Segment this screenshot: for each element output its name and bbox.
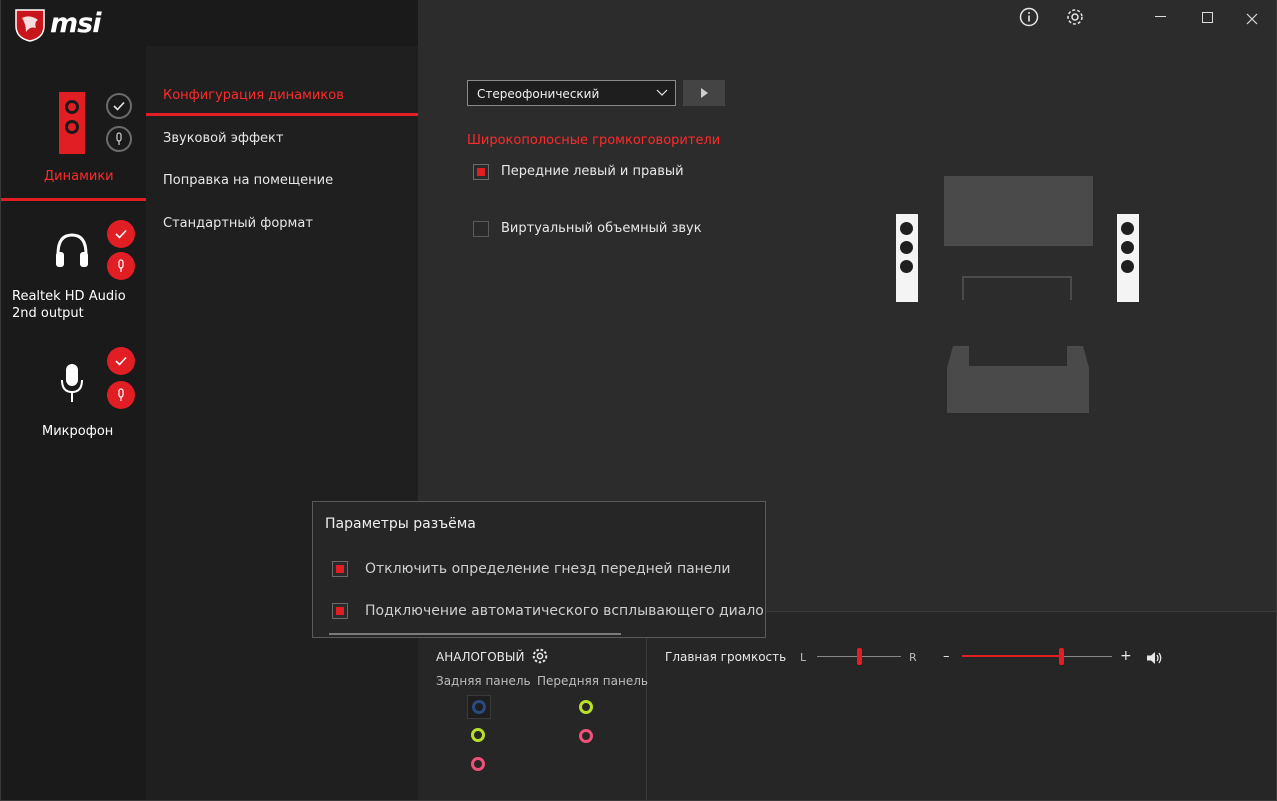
disable-front-jack-detection-checkbox[interactable] — [332, 561, 348, 577]
realtek-comm-button[interactable] — [107, 252, 135, 280]
jack-settings-popup: Параметры разъёма Отключить определение … — [312, 501, 766, 638]
analog-title: АНАЛОГОВЫЙ — [436, 650, 525, 664]
volume-minus-button[interactable]: – — [943, 649, 950, 664]
balance-slider[interactable] — [817, 648, 901, 666]
check-icon — [115, 229, 127, 239]
speaker-mode-select[interactable]: Стереофонический — [467, 80, 676, 106]
menu-item-sound-effect[interactable]: Звуковой эффект — [163, 131, 283, 146]
tv-screen-graphic — [944, 176, 1093, 246]
microphone-small-icon — [116, 132, 122, 145]
auto-popup-dialog-label: Подключение автоматического всплывающего… — [365, 603, 766, 619]
front-jack-pink[interactable] — [579, 729, 593, 743]
play-icon — [700, 88, 708, 98]
menu-item-room-correction[interactable]: Поправка на помещение — [163, 173, 333, 188]
balance-left-label: L — [800, 651, 807, 664]
feature-menu — [146, 46, 418, 800]
bottom-panel — [418, 612, 1276, 800]
device-microphone[interactable]: Микрофон — [1, 340, 146, 450]
device-label-microphone: Микрофон — [42, 424, 114, 439]
rear-jack-blue-selected[interactable] — [467, 695, 491, 719]
front-lr-label: Передние левый и правый — [501, 164, 684, 179]
test-play-button[interactable] — [683, 80, 725, 106]
volume-plus-button[interactable]: + — [1120, 648, 1132, 664]
microphone-device-icon — [59, 362, 85, 408]
jack-blue-icon — [472, 700, 486, 714]
speaker-device-icon — [59, 92, 85, 154]
device-label-realtek: Realtek HD Audio 2nd output — [12, 289, 126, 321]
rear-panel-label: Задняя панель — [436, 674, 531, 688]
sofa-graphic — [947, 346, 1089, 417]
master-volume-label: Главная громкость — [665, 650, 787, 664]
right-speaker-graphic[interactable] — [1117, 214, 1139, 302]
speaker-volume-icon[interactable] — [1146, 650, 1164, 669]
menu-item-default-format[interactable]: Стандартный формат — [163, 216, 313, 231]
info-icon[interactable] — [1019, 7, 1039, 31]
bottom-vertical-divider — [646, 632, 647, 800]
speakers-default-check-button[interactable] — [106, 93, 132, 119]
speaker-mode-selected-value: Стереофонический — [477, 87, 600, 101]
menu-item-speaker-config[interactable]: Конфигурация динамиков — [163, 88, 344, 103]
check-icon — [113, 101, 125, 111]
check-icon — [115, 356, 127, 366]
master-volume-slider[interactable] — [962, 648, 1112, 666]
rear-jack-pink[interactable] — [471, 757, 485, 771]
section-title-fullrange: Широкополосные громкоговорители — [467, 133, 721, 148]
analog-gear-icon[interactable] — [531, 647, 549, 669]
minimize-icon[interactable] — [1155, 16, 1166, 17]
realtek-default-check-button[interactable] — [107, 220, 135, 248]
disable-front-jack-detection-label: Отключить определение гнезд передней пан… — [365, 561, 731, 577]
microphone-small-icon — [118, 388, 124, 401]
volume-slider-thumb[interactable] — [1059, 648, 1064, 665]
menu-active-indicator — [146, 113, 418, 116]
device-realtek-output[interactable]: Realtek HD Audio 2nd output — [1, 210, 146, 328]
close-icon[interactable] — [1246, 10, 1258, 29]
brand-logo-text: msi — [50, 8, 101, 39]
gear-icon[interactable] — [1065, 7, 1085, 31]
mic-comm-button[interactable] — [107, 381, 135, 409]
speakers-comm-button[interactable] — [106, 126, 132, 152]
volume-fill — [962, 655, 1061, 657]
left-speaker-graphic[interactable] — [896, 214, 918, 302]
popup-horizontal-scrollbar[interactable] — [329, 633, 621, 635]
msi-dragon-logo-icon — [14, 8, 46, 42]
headphones-icon — [53, 230, 91, 274]
device-active-indicator — [1, 198, 146, 201]
balance-slider-thumb[interactable] — [857, 648, 862, 665]
chevron-down-icon — [656, 89, 668, 96]
rear-jack-green[interactable] — [471, 728, 485, 742]
front-panel-label: Передняя панель — [537, 674, 648, 688]
device-label-speakers: Динамики — [44, 169, 114, 184]
table-graphic — [962, 276, 1072, 300]
virtual-surround-checkbox[interactable] — [473, 221, 489, 237]
popup-title: Параметры разъёма — [325, 516, 476, 532]
balance-right-label: R — [909, 651, 917, 664]
auto-popup-dialog-checkbox[interactable] — [332, 603, 348, 619]
maximize-icon[interactable] — [1202, 12, 1213, 23]
front-jack-green[interactable] — [579, 700, 593, 714]
microphone-small-icon — [118, 259, 124, 272]
mic-default-check-button[interactable] — [107, 347, 135, 375]
device-speakers[interactable]: Динамики — [1, 60, 146, 198]
front-lr-checkbox[interactable] — [473, 164, 489, 180]
virtual-surround-label: Виртуальный объемный звук — [501, 221, 702, 236]
